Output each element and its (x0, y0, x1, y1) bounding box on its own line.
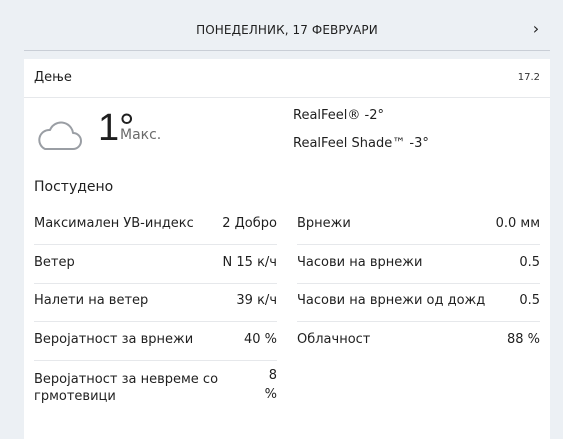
detail-row-uv-index: Максимален УВ-индекс 2 Добро (34, 206, 277, 245)
detail-label: Максимален УВ-индекс (34, 216, 194, 231)
detail-row-thunderstorm-probability: Веројатност за невреме со грмотевици 8 % (34, 366, 277, 412)
detail-value: 39 к/ч (236, 293, 277, 308)
detail-label: Облачност (297, 332, 371, 347)
day-forecast-card: Дење 17.2 1° Макс. RealFeel® -2° RealFee… (24, 59, 550, 439)
detail-row-precipitation: Врнежи 0.0 мм (297, 206, 540, 245)
chevron-right-icon[interactable]: › (528, 20, 544, 38)
period-label: Дење (34, 70, 72, 85)
detail-label: Налети на ветер (34, 293, 149, 308)
detail-row-precip-probability: Веројатност за врнежи 40 % (34, 322, 277, 361)
detail-value: 0.5 (519, 293, 540, 308)
detail-label: Врнежи (297, 216, 351, 231)
detail-label: Веројатност за невреме со грмотевици (34, 372, 219, 404)
realfeel-shade-value: RealFeel Shade™ -3° (293, 136, 429, 151)
detail-row-cloud-cover: Облачност 88 % (297, 322, 540, 360)
realfeel-value: RealFeel® -2° (293, 108, 384, 123)
detail-value: 0.0 мм (495, 216, 540, 231)
detail-row-wind-gusts: Налети на ветер 39 к/ч (34, 283, 277, 322)
detail-value: 40 % (243, 332, 277, 347)
detail-row-hours-of-precip: Часови на врнежи 0.5 (297, 245, 540, 284)
cloudy-icon (38, 121, 82, 150)
detail-value: 8 % (264, 368, 277, 402)
detail-label: Ветер (34, 255, 75, 270)
detail-label: Веројатност за врнежи (34, 332, 194, 347)
temperature-label: Макс. (120, 127, 162, 143)
detail-label: Часови на врнежи од дожд (297, 293, 486, 308)
detail-value: 88 % (506, 332, 540, 347)
date-title: ПОНЕДЕЛНИК, 17 ФЕВРУАРИ (196, 23, 378, 37)
period-date: 17.2 (517, 72, 540, 83)
detail-label: Часови на врнежи (297, 255, 423, 270)
detail-value: 2 Добро (222, 216, 277, 231)
detail-row-hours-of-rain: Часови на врнежи од дожд 0.5 (297, 283, 540, 322)
card-header: Дење 17.2 (24, 59, 550, 98)
detail-row-wind: Ветер N 15 к/ч (34, 245, 277, 284)
detail-value: N 15 к/ч (222, 255, 277, 270)
day-navigation-bar: ПОНЕДЕЛНИК, 17 ФЕВРУАРИ › (24, 12, 550, 51)
weather-phrase: Постудено (34, 179, 114, 195)
detail-value: 0.5 (519, 255, 540, 270)
